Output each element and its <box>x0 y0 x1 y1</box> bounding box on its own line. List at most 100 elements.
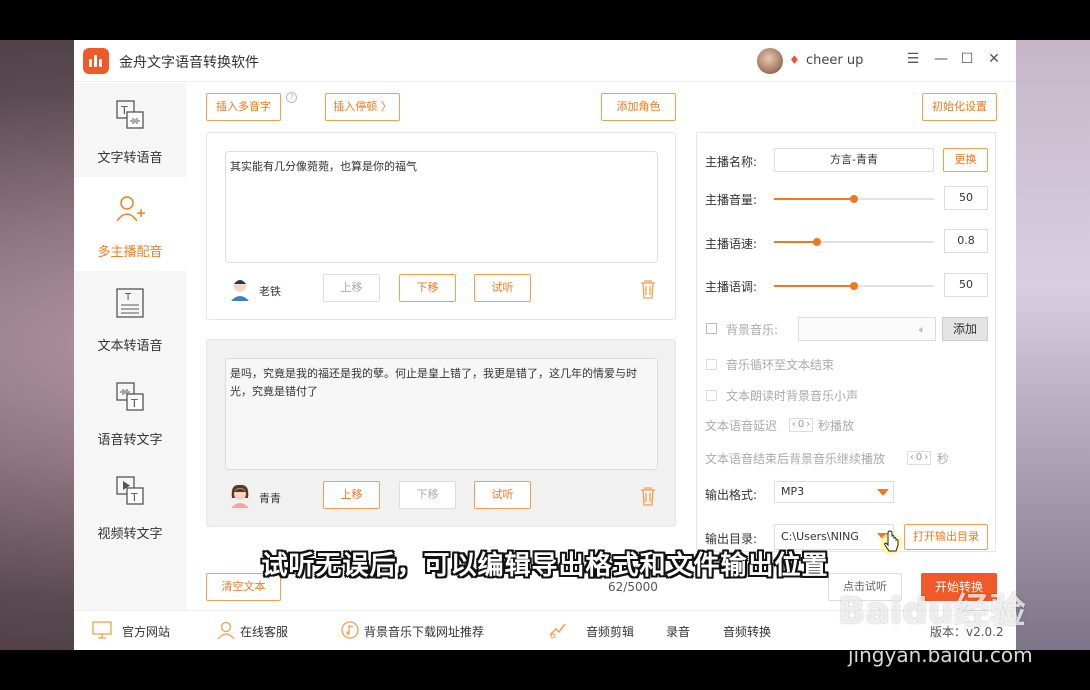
continue-value: 0 <box>915 452 923 463</box>
dialogue-text-input[interactable]: 其实能有几分像菀菀，也算是你的福气 <box>225 151 658 263</box>
speaker-avatar-female-icon <box>231 484 249 508</box>
customer-service-icon <box>217 621 235 639</box>
delay-suffix: 秒播放 <box>818 419 855 433</box>
baidu-watermark-logo: Baidu经验 <box>838 591 1026 632</box>
title-bar: 金舟文字语音转换软件 ♦ cheer up ☰ — ☐ ✕ <box>74 40 1016 82</box>
move-up-button[interactable]: 上移 <box>323 481 380 509</box>
svg-text:T: T <box>124 292 132 303</box>
record-link[interactable]: 录音 <box>666 623 690 640</box>
continue-label: 文本语音结束后背景音乐继续播放 <box>705 452 886 466</box>
delay-spinner[interactable]: ‹ 0 › <box>789 418 813 432</box>
official-site-link[interactable]: 官方网站 <box>122 623 170 640</box>
music-icon <box>341 621 359 639</box>
volume-value-field[interactable]: 50 <box>944 186 988 210</box>
svg-text:T: T <box>130 397 138 410</box>
settings-panel: 主播名称: 方言-青青 更换 主播音量: 50 主播语速: 0.8 主播语调: … <box>696 132 996 552</box>
baidu-watermark-url: jingyan.baidu.com <box>848 643 1033 667</box>
trash-icon[interactable] <box>639 486 657 506</box>
sidebar-item-video-to-text[interactable]: T 视频转文字 <box>74 459 186 553</box>
sidebar-item-document-to-speech[interactable]: T 文本转语音 <box>74 271 186 365</box>
format-label: 输出格式: <box>705 488 758 502</box>
video-to-text-icon: T <box>116 476 144 505</box>
user-avatar[interactable] <box>757 48 783 74</box>
move-down-button[interactable]: 下移 <box>399 274 456 302</box>
app-logo-icon <box>83 48 109 74</box>
music-download-link[interactable]: 背景音乐下载网址推荐 <box>364 623 484 640</box>
app-title: 金舟文字语音转换软件 <box>119 55 259 71</box>
speaker-name: 青青 <box>259 492 281 505</box>
help-icon[interactable]: ? <box>286 92 297 103</box>
anchor-name-label: 主播名称: <box>705 155 758 169</box>
sidebar: T 文字转语音 多主播配音 T 文本转语音 T 语音转文字 T 视频转文字 <box>74 83 186 610</box>
sidebar-item-label: 文字转语音 <box>97 151 163 166</box>
speed-value-field[interactable]: 0.8 <box>944 229 988 253</box>
screen: 金舟文字语音转换软件 ♦ cheer up ☰ — ☐ ✕ T 文字转语音 多主… <box>0 0 1090 690</box>
sidebar-item-text-to-speech[interactable]: T 文字转语音 <box>74 83 186 177</box>
speaker-name: 老铁 <box>259 285 281 298</box>
pitch-label: 主播语调: <box>705 280 758 294</box>
insert-pause-button[interactable]: 插入停顿 〉 <box>325 93 400 121</box>
continue-spinner[interactable]: ‹ 0 › <box>907 451 931 465</box>
format-value: MP3 <box>781 485 805 498</box>
monitor-icon <box>92 621 112 639</box>
delay-label: 文本语音延迟 <box>705 419 778 433</box>
sidebar-item-label: 语音转文字 <box>97 433 163 448</box>
lower-music-checkbox[interactable] <box>706 390 717 401</box>
char-count: 62/5000 <box>608 580 658 594</box>
loop-music-label: 音乐循环至文本结束 <box>726 358 835 372</box>
init-settings-button[interactable]: 初始化设置 <box>922 93 997 121</box>
text-to-speech-icon: T <box>116 100 144 129</box>
volume-slider[interactable] <box>774 195 934 203</box>
speaker-icon: 🔈︎ <box>919 323 926 336</box>
sidebar-item-label: 多主播配音 <box>97 245 163 260</box>
menu-icon[interactable]: ☰ <box>904 50 922 68</box>
add-user-icon <box>116 196 145 222</box>
vip-icon: ♦ <box>789 53 800 67</box>
document-icon: T <box>116 288 144 318</box>
sidebar-item-multi-anchor[interactable]: 多主播配音 <box>74 177 186 271</box>
speaker-avatar-male-icon <box>231 280 249 301</box>
speed-label: 主播语速: <box>705 237 758 251</box>
move-up-button[interactable]: 上移 <box>323 274 380 302</box>
lower-music-label: 文本朗读时背景音乐小声 <box>726 389 859 403</box>
format-select[interactable]: MP3 <box>774 481 894 503</box>
video-caption: 试听无误后，可以编辑导出格式和文件输出位置 <box>261 551 829 581</box>
preview-button[interactable]: 试听 <box>474 274 531 302</box>
sidebar-item-label: 视频转文字 <box>97 527 163 542</box>
dialogue-card: 其实能有几分像菀菀，也算是你的福气 老铁 上移 下移 试听 <box>206 132 676 320</box>
audio-convert-link[interactable]: 音频转换 <box>723 623 771 640</box>
volume-label: 主播音量: <box>705 193 758 207</box>
speech-to-text-icon: T <box>116 382 144 411</box>
trash-icon[interactable] <box>639 279 657 299</box>
pitch-slider[interactable] <box>774 282 934 290</box>
preview-button[interactable]: 试听 <box>474 481 531 509</box>
sidebar-item-speech-to-text[interactable]: T 语音转文字 <box>74 365 186 459</box>
pitch-value-field[interactable]: 50 <box>944 273 988 297</box>
add-music-button[interactable]: 添加 <box>942 317 988 341</box>
speed-slider[interactable] <box>774 238 934 246</box>
chevron-down-icon[interactable] <box>877 489 889 496</box>
bg-music-label: 背景音乐: <box>726 323 779 337</box>
maximize-icon[interactable]: ☐ <box>958 50 976 68</box>
move-down-button[interactable]: 下移 <box>399 481 456 509</box>
change-anchor-button[interactable]: 更换 <box>943 148 988 172</box>
svg-text:T: T <box>130 491 138 504</box>
bg-music-field[interactable] <box>798 317 936 341</box>
loop-music-checkbox[interactable] <box>706 359 717 370</box>
audio-edit-icon <box>549 623 566 639</box>
delay-value: 0 <box>797 419 805 430</box>
username[interactable]: cheer up <box>806 53 863 68</box>
sidebar-item-label: 文本转语音 <box>97 339 163 354</box>
audio-edit-link[interactable]: 音频剪辑 <box>586 623 634 640</box>
online-service-link[interactable]: 在线客服 <box>240 623 288 640</box>
continue-suffix: 秒 <box>937 452 950 466</box>
insert-polyphone-button[interactable]: 插入多音字 <box>206 93 281 121</box>
minimize-icon[interactable]: — <box>932 50 950 68</box>
dialogue-text-input[interactable]: 是吗，究竟是我的福还是我的孽。何止是皇上错了，我更是错了，这几年的情爱与时光，究… <box>225 358 658 470</box>
bg-music-checkbox[interactable] <box>706 323 717 334</box>
close-icon[interactable]: ✕ <box>985 50 1003 68</box>
add-role-button[interactable]: 添加角色 <box>601 93 676 121</box>
dialogue-card: 是吗，究竟是我的福还是我的孽。何止是皇上错了，我更是错了，这几年的情爱与时光，究… <box>206 339 676 527</box>
anchor-name-field[interactable]: 方言-青青 <box>774 148 934 172</box>
dir-value: C:\Users\NING <box>781 530 859 543</box>
